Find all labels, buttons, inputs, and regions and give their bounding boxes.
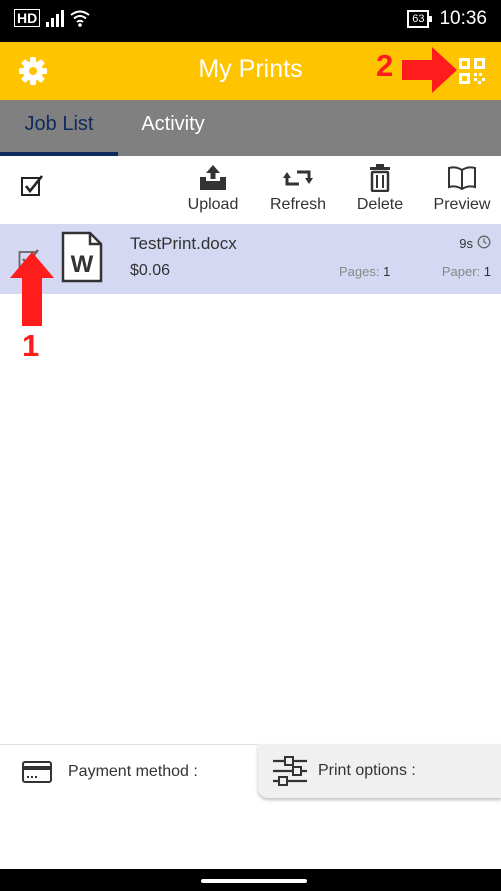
delete-label: Delete <box>356 196 404 213</box>
system-nav-bar <box>0 869 501 891</box>
book-icon <box>448 166 476 191</box>
job-list-item[interactable]: W TestPrint.docx $0.06 9s Pages: 1 Paper… <box>0 224 501 294</box>
tab-job-list[interactable]: Job List <box>0 100 118 156</box>
payment-method-label: Payment method : <box>68 763 198 780</box>
upload-label: Upload <box>187 196 239 213</box>
job-paper: Paper: 1 <box>442 264 491 279</box>
select-all-checkbox[interactable] <box>20 174 44 198</box>
status-left: HD <box>14 9 90 27</box>
status-bar: HD 63 10:36 <box>0 0 501 42</box>
upload-button[interactable]: Upload <box>184 164 242 214</box>
sliders-icon <box>273 756 307 786</box>
annotation-arrow-up-icon <box>10 252 54 326</box>
bottom-options-bar: Payment method : Print options : <box>0 744 501 798</box>
preview-button[interactable]: Preview <box>430 164 494 214</box>
annotation-number-1: 1 <box>22 328 40 363</box>
job-price: $0.06 <box>130 262 171 279</box>
home-gesture-handle[interactable] <box>201 879 307 883</box>
pages-label: Pages: <box>339 264 380 279</box>
status-right: 63 10:36 <box>407 8 487 30</box>
annotation-number-2: 2 <box>376 48 394 83</box>
payment-method-panel[interactable]: Payment method : <box>0 744 258 798</box>
job-file-name: TestPrint.docx <box>130 234 237 253</box>
refresh-icon <box>283 170 313 186</box>
pages-value: 1 <box>383 264 391 279</box>
preview-label: Preview <box>433 196 491 213</box>
battery-icon: 63 <box>407 10 433 28</box>
credit-card-icon <box>22 761 52 783</box>
paper-value: 1 <box>483 264 491 279</box>
job-toolbar: Upload Refresh Delete Preview <box>0 156 501 224</box>
word-document-icon: W <box>61 231 103 283</box>
job-elapsed-time: 9s <box>459 236 473 251</box>
delete-button[interactable]: Delete <box>352 164 408 214</box>
tab-bar: Job List Activity <box>0 100 501 156</box>
qr-code-icon[interactable] <box>458 57 486 85</box>
refresh-button[interactable]: Refresh <box>266 164 330 214</box>
print-options-panel[interactable]: Print options : <box>258 744 501 798</box>
print-options-label: Print options : <box>318 762 416 779</box>
trash-icon <box>370 164 390 192</box>
clock-icon <box>477 235 491 249</box>
network-type: HD <box>14 9 41 27</box>
status-time: 10:36 <box>439 8 487 29</box>
annotation-arrow-right-icon <box>402 47 457 93</box>
wifi-icon <box>70 10 90 27</box>
upload-icon <box>200 165 226 190</box>
svg-text:W: W <box>71 251 94 278</box>
paper-label: Paper: <box>441 264 481 279</box>
job-pages: Pages: 1 <box>339 264 390 279</box>
refresh-label: Refresh <box>269 196 327 213</box>
signal-icon <box>46 9 65 27</box>
tab-activity[interactable]: Activity <box>118 100 228 156</box>
